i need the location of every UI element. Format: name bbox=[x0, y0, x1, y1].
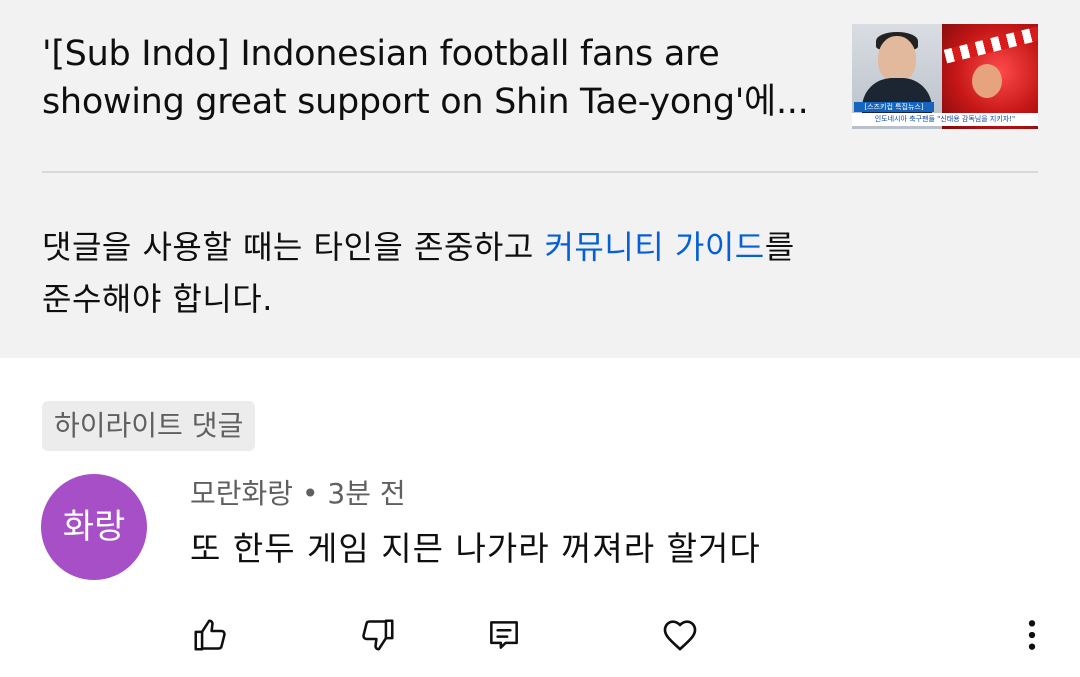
divider bbox=[42, 171, 1038, 173]
video-title[interactable]: '[Sub Indo] Indonesian football fans are… bbox=[42, 30, 832, 126]
more-vert-icon bbox=[1012, 615, 1052, 655]
thumbnail-caption-top: [스즈키컵 특집뉴스] bbox=[854, 102, 934, 112]
community-guideline-notice: 댓글을 사용할 때는 타인을 존중하고 커뮤니티 가이드를 준수해야 합니다. bbox=[42, 221, 1002, 325]
comment-author[interactable]: 모란화랑 bbox=[190, 477, 293, 510]
like-button[interactable] bbox=[188, 613, 232, 657]
thumbs-up-icon bbox=[191, 616, 229, 654]
thumbs-down-icon bbox=[359, 616, 397, 654]
comment-time: 3분 전 bbox=[327, 477, 406, 510]
highlighted-comment-chip: 하이라이트 댓글 bbox=[42, 401, 256, 451]
avatar[interactable]: 화랑 bbox=[41, 474, 147, 580]
video-title-line-2: showing great support on Shin Tae-yong'에… bbox=[42, 82, 809, 122]
guideline-text-suffix: 를 bbox=[764, 228, 795, 266]
guideline-text-line-2: 준수해야 합니다. bbox=[42, 280, 273, 318]
community-guidelines-link[interactable]: 커뮤니티 가이드 bbox=[544, 228, 764, 266]
video-thumbnail[interactable]: [스즈키컵 특집뉴스] 인도네시아 축구팬들 "신태용 감독님을 지키자!" bbox=[852, 24, 1038, 129]
dislike-button[interactable] bbox=[356, 613, 400, 657]
video-title-line-1: '[Sub Indo] Indonesian football fans are bbox=[42, 34, 720, 74]
meta-separator: • bbox=[293, 477, 328, 510]
heart-button[interactable] bbox=[658, 613, 702, 657]
comment-text: 또 한두 게임 지믄 나가라 꺼져라 할거다 bbox=[190, 529, 761, 568]
comment-meta: 모란화랑 • 3분 전 bbox=[190, 474, 406, 514]
reply-button[interactable] bbox=[482, 613, 526, 657]
heart-icon bbox=[660, 615, 700, 655]
more-options-button[interactable] bbox=[1010, 613, 1054, 657]
reply-icon bbox=[485, 616, 523, 654]
thumbnail-caption-bottom: 인도네시아 축구팬들 "신태용 감독님을 지키자!" bbox=[852, 113, 1038, 126]
guideline-text: 댓글을 사용할 때는 타인을 존중하고 bbox=[42, 228, 545, 266]
